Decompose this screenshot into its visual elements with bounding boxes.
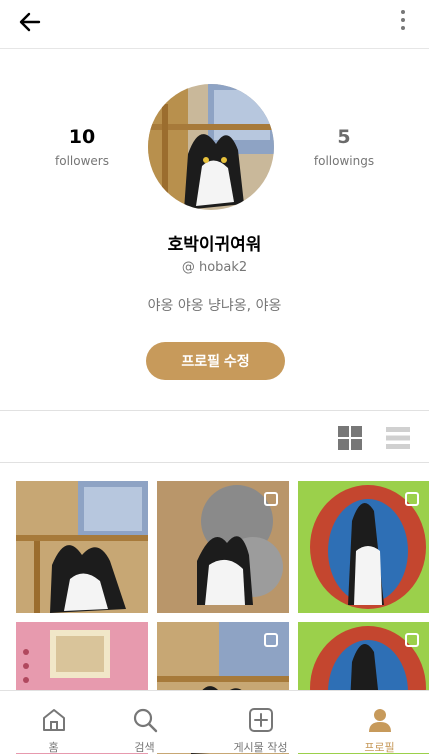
grid-view-icon [338, 426, 362, 450]
top-bar [0, 0, 429, 49]
nav-profile[interactable]: 프로필 [326, 691, 429, 754]
followings-count: 5 [337, 126, 351, 148]
more-options-button[interactable] [395, 6, 411, 34]
edit-profile-button[interactable]: 프로필 수정 [146, 342, 285, 380]
post-thumbnail[interactable] [16, 481, 148, 613]
profile-handle: @ hobak2 [181, 260, 248, 275]
plus-square-icon [248, 708, 273, 732]
avatar [148, 84, 274, 210]
divider [0, 462, 429, 463]
home-icon [42, 709, 65, 731]
nav-search-label: 검색 [134, 741, 155, 754]
nav-profile-label: 프로필 [364, 741, 395, 754]
post-thumbnail[interactable] [298, 481, 429, 613]
profile-name: 호박이귀여워 [167, 235, 262, 255]
followings-label: followings [313, 154, 375, 168]
back-button[interactable] [16, 8, 44, 36]
list-view-icon [386, 427, 410, 449]
followers-stat[interactable]: 10 followers [22, 126, 142, 168]
grid-view-button[interactable] [337, 425, 363, 451]
followers-count: 10 [68, 126, 96, 148]
search-icon [133, 708, 157, 733]
divider [0, 410, 429, 411]
followers-label: followers [55, 154, 109, 168]
nav-create-post[interactable]: 게시물 작성 [207, 691, 314, 754]
profile-icon [368, 709, 391, 732]
list-view-button[interactable] [385, 425, 411, 451]
post-thumbnail[interactable] [157, 481, 289, 613]
profile-bio: 야옹 야옹 냥냐옹, 야옹 [147, 298, 282, 314]
bottom-nav: 홈 검색 게시물 작성 프로필 [0, 690, 429, 754]
nav-create-post-label: 게시물 작성 [233, 741, 288, 754]
followings-stat[interactable]: 5 followings [284, 126, 404, 168]
arrow-left-icon [19, 12, 41, 32]
nav-search[interactable]: 검색 [91, 691, 198, 754]
more-vertical-icon [401, 10, 405, 30]
